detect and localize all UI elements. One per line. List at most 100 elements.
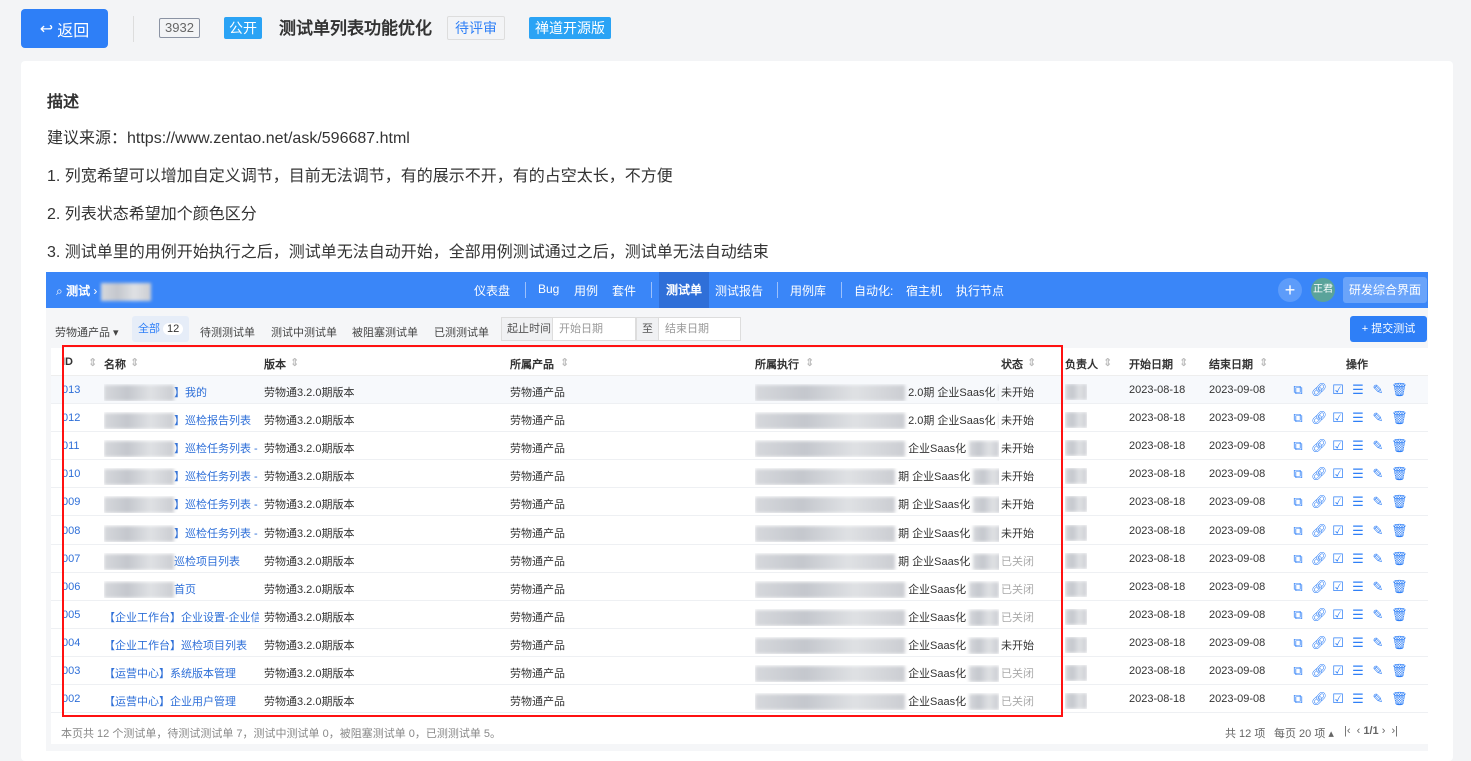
report-icon[interactable]: ☰ [1351, 691, 1365, 707]
table-row[interactable]: 003 【运营中心】系统版本管理 劳物通3.2.0期版本 劳物通产品 企业Saa… [51, 657, 1428, 685]
edit-icon[interactable]: ✎ [1371, 438, 1385, 454]
nav-item[interactable]: 套件 [612, 282, 636, 299]
delete-icon[interactable]: 🗑︎ [1391, 551, 1408, 567]
delete-icon[interactable]: 🗑︎ [1391, 579, 1408, 595]
table-row[interactable]: 012 】巡检报告列表 劳物通3.2.0期版本 劳物通产品 2.0期 企业Saa… [51, 404, 1428, 433]
edit-icon[interactable]: ✎ [1371, 579, 1385, 595]
edit-icon[interactable]: ✎ [1371, 607, 1385, 623]
report-icon[interactable]: ☰ [1351, 607, 1365, 623]
link-icon[interactable]: 🔗︎ [1311, 523, 1328, 539]
report-icon[interactable]: ☰ [1351, 410, 1365, 426]
row-name-link[interactable]: 【运营中心】企业用户管理 [104, 693, 259, 709]
avatar[interactable]: 正君 [1311, 278, 1335, 302]
run-icon[interactable]: ⧉ [1291, 579, 1305, 595]
table-row[interactable]: 008 】巡检任务列表 - 上 劳物通3.2.0期版本 劳物通产品 期 企业Sa… [51, 517, 1428, 545]
submit-test-button[interactable]: + 提交测试 [1350, 316, 1427, 342]
table-row[interactable]: 009 】巡检任务列表 - 提 劳物通3.2.0期版本 劳物通产品 期 企业Sa… [51, 488, 1428, 517]
sort-icon[interactable]: ⇕ [1259, 356, 1268, 369]
row-id[interactable]: 007 [62, 553, 80, 565]
row-name-link[interactable]: 】巡检任务列表 - 提 [104, 496, 259, 514]
report-icon[interactable]: ☰ [1351, 579, 1365, 595]
cases-icon[interactable]: ☑ [1331, 382, 1345, 398]
row-id[interactable]: 010 [62, 468, 80, 480]
row-id[interactable]: 005 [62, 609, 80, 621]
cases-icon[interactable]: ☑ [1331, 410, 1345, 426]
table-row[interactable]: 007 巡检项目列表 劳物通3.2.0期版本 劳物通产品 期 企业Saas化 已… [51, 545, 1428, 573]
edit-icon[interactable]: ✎ [1371, 551, 1385, 567]
row-id[interactable]: 011 [62, 440, 80, 452]
tab-all[interactable]: 全部 12 [132, 316, 190, 342]
nav-item[interactable]: 测试报告 [715, 282, 763, 299]
edit-icon[interactable]: ✎ [1371, 691, 1385, 707]
row-name-link[interactable]: 首页 [104, 581, 259, 598]
link-icon[interactable]: 🔗︎ [1311, 466, 1328, 482]
edit-icon[interactable]: ✎ [1371, 466, 1385, 482]
link-icon[interactable]: 🔗︎ [1311, 494, 1328, 510]
link-icon[interactable]: 🔗︎ [1311, 410, 1328, 426]
run-icon[interactable]: ⧉ [1291, 382, 1305, 398]
sort-icon[interactable]: ⇕ [1027, 356, 1036, 369]
tab-pending[interactable]: 待测测试单 [200, 324, 255, 340]
nav-item[interactable]: 宿主机 [906, 282, 942, 299]
cases-icon[interactable]: ☑ [1331, 466, 1345, 482]
column-header[interactable]: 名称 [104, 356, 126, 372]
edit-icon[interactable]: ✎ [1371, 494, 1385, 510]
delete-icon[interactable]: 🗑︎ [1391, 494, 1408, 510]
cases-icon[interactable]: ☑ [1331, 607, 1345, 623]
edit-icon[interactable]: ✎ [1371, 382, 1385, 398]
product-select[interactable]: 劳物通产品 ▾ [55, 324, 119, 340]
cases-icon[interactable]: ☑ [1331, 551, 1345, 567]
link-icon[interactable]: 🔗︎ [1311, 579, 1328, 595]
edit-icon[interactable]: ✎ [1371, 663, 1385, 679]
row-name-link[interactable]: 】我的 [104, 384, 259, 402]
run-icon[interactable]: ⧉ [1291, 438, 1305, 454]
delete-icon[interactable]: 🗑︎ [1391, 691, 1408, 707]
sort-icon[interactable]: ⇕ [88, 356, 97, 369]
column-header[interactable]: 负责人 [1065, 356, 1098, 372]
column-header[interactable]: 所属执行 [755, 356, 799, 372]
nav-item-active[interactable]: 测试单 [659, 272, 710, 308]
link-icon[interactable]: 🔗︎ [1311, 438, 1328, 454]
table-row[interactable]: 013 】我的 劳物通3.2.0期版本 劳物通产品 2.0期 企业Saas化 未… [51, 376, 1428, 404]
nav-item[interactable]: 仪表盘 [474, 282, 510, 299]
row-name-link[interactable]: 【企业工作台】企业设置-企业信息 [104, 609, 259, 625]
back-button[interactable]: ↩ 返回 [21, 9, 108, 48]
tab-testing[interactable]: 测试中测试单 [271, 324, 337, 340]
nav-item[interactable]: 用例 [574, 282, 598, 299]
start-date-input[interactable]: 开始日期 [552, 317, 636, 341]
page-size-select[interactable]: 每页 20 项 ▴ [1274, 725, 1334, 741]
row-name-link[interactable]: 【运营中心】系统版本管理 [104, 665, 259, 681]
run-icon[interactable]: ⧉ [1291, 551, 1305, 567]
table-row[interactable]: 004 【企业工作台】巡检项目列表 劳物通3.2.0期版本 劳物通产品 企业Sa… [51, 629, 1428, 657]
row-id[interactable]: 006 [62, 581, 80, 593]
cases-icon[interactable]: ☑ [1331, 635, 1345, 651]
run-icon[interactable]: ⧉ [1291, 410, 1305, 426]
link-icon[interactable]: 🔗︎ [1311, 382, 1328, 398]
run-icon[interactable]: ⧉ [1291, 691, 1305, 707]
column-header[interactable]: 状态 [1001, 356, 1023, 372]
table-row[interactable]: 011 】巡检任务列表 - 创 劳物通3.2.0期版本 劳物通产品 企业Saas… [51, 432, 1428, 461]
run-icon[interactable]: ⧉ [1291, 607, 1305, 623]
nav-item[interactable]: 自动化: [854, 282, 893, 299]
cases-icon[interactable]: ☑ [1331, 579, 1345, 595]
link-icon[interactable]: 🔗︎ [1311, 607, 1328, 623]
delete-icon[interactable]: 🗑︎ [1391, 635, 1408, 651]
row-name-link[interactable]: 】巡检任务列表 - 上 [104, 525, 259, 542]
report-icon[interactable]: ☰ [1351, 438, 1365, 454]
column-header[interactable]: 开始日期 [1129, 356, 1173, 372]
row-id[interactable]: 004 [62, 637, 80, 649]
plus-icon[interactable]: + [1278, 278, 1302, 302]
nav-item[interactable]: Bug [538, 282, 559, 296]
run-icon[interactable]: ⧉ [1291, 635, 1305, 651]
delete-icon[interactable]: 🗑︎ [1391, 607, 1408, 623]
edit-icon[interactable]: ✎ [1371, 410, 1385, 426]
table-row[interactable]: 002 【运营中心】企业用户管理 劳物通3.2.0期版本 劳物通产品 企业Saa… [51, 685, 1428, 714]
link-icon[interactable]: 🔗︎ [1311, 635, 1328, 651]
column-header[interactable]: 所属产品 [510, 356, 554, 372]
nav-item[interactable]: 用例库 [790, 282, 826, 299]
report-icon[interactable]: ☰ [1351, 551, 1365, 567]
sort-icon[interactable]: ⇕ [1179, 356, 1188, 369]
delete-icon[interactable]: 🗑︎ [1391, 438, 1408, 454]
tab-blocked[interactable]: 被阻塞测试单 [352, 324, 418, 340]
cases-icon[interactable]: ☑ [1331, 523, 1345, 539]
